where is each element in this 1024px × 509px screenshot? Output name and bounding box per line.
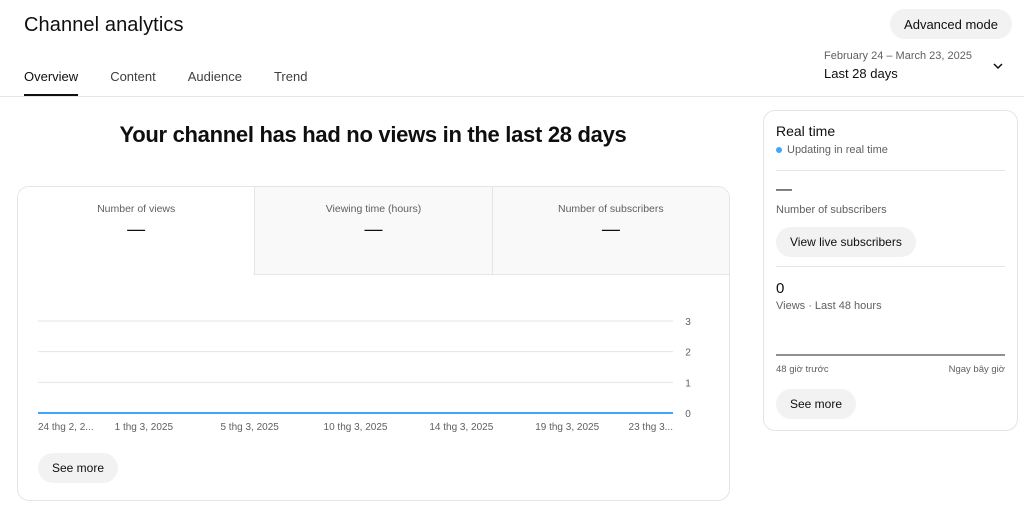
date-range-label: Last 28 days — [824, 66, 898, 81]
chevron-down-icon[interactable] — [992, 60, 1004, 72]
realtime-status: Updating in real time — [776, 144, 888, 156]
y-tick-label: 2 — [685, 348, 691, 359]
metric-value: — — [364, 219, 383, 239]
tab-trend[interactable]: Trend — [274, 60, 307, 96]
realtime-axis-start: 48 giờ trước — [776, 364, 829, 375]
realtime-sparkline — [776, 354, 1005, 356]
metric-value: — — [601, 219, 620, 239]
tab-bar: Overview Content Audience Trend — [24, 60, 339, 96]
x-tick-label: 5 thg 3, 2025 — [220, 422, 279, 433]
views-line-chart: 0 1 2 3 24 thg 2, 2... 1 thg 3, 2025 5 thg 3, … — [37, 317, 691, 433]
x-tick-label: 19 thg 3, 2025 — [535, 422, 599, 433]
metric-value: — — [127, 219, 146, 239]
x-tick-label: 23 thg 3... — [629, 422, 673, 433]
tab-audience[interactable]: Audience — [188, 60, 242, 96]
divider — [776, 170, 1005, 171]
page-title: Channel analytics — [24, 14, 184, 36]
no-views-headline: Your channel has had no views in the las… — [119, 122, 627, 147]
realtime-axis-end: Ngay bây giờ — [948, 364, 1005, 375]
metrics-card: Number of views — Viewing time (hours) —… — [17, 186, 730, 501]
realtime-status-text: Updating in real time — [787, 144, 888, 156]
live-dot-icon — [776, 147, 782, 153]
realtime-card: Real time Updating in real time — Number… — [763, 110, 1018, 431]
x-tick-label: 14 thg 3, 2025 — [429, 422, 493, 433]
metric-label: Number of subscribers — [558, 203, 664, 215]
y-tick-label: 1 — [685, 378, 691, 389]
realtime-see-more-button[interactable]: See more — [776, 389, 857, 419]
date-range-picker[interactable]: February 24 – March 23, 2025 Last 28 day… — [824, 50, 1014, 86]
advanced-mode-button[interactable]: Advanced mode — [890, 9, 1012, 39]
y-tick-label: 3 — [685, 317, 691, 328]
realtime-title: Real time — [776, 123, 836, 139]
realtime-views-label: Views · Last 48 hours — [776, 300, 882, 312]
header-divider — [0, 96, 1024, 97]
realtime-subscribers-value: — — [776, 181, 792, 198]
metric-label: Viewing time (hours) — [325, 203, 422, 215]
x-tick-label: 24 thg 2, 2... — [38, 422, 94, 433]
see-more-button[interactable]: See more — [38, 453, 119, 483]
metric-tab-views[interactable]: Number of views — — [18, 187, 255, 275]
date-range-text: February 24 – March 23, 2025 — [824, 50, 972, 62]
x-tick-label: 1 thg 3, 2025 — [115, 422, 174, 433]
metric-label: Number of views — [97, 203, 176, 215]
metric-tab-watch-time[interactable]: Viewing time (hours) — — [254, 187, 492, 275]
view-live-subscribers-button[interactable]: View live subscribers — [776, 227, 916, 257]
realtime-subscribers-label: Number of subscribers — [776, 204, 887, 216]
tab-content[interactable]: Content — [110, 60, 156, 96]
metric-tab-subscribers[interactable]: Number of subscribers — — [491, 187, 729, 275]
y-tick-label: 0 — [685, 409, 691, 420]
divider — [776, 266, 1005, 267]
realtime-views-value: 0 — [776, 280, 785, 297]
tab-overview[interactable]: Overview — [24, 60, 79, 96]
x-tick-label: 10 thg 3, 2025 — [324, 422, 388, 433]
